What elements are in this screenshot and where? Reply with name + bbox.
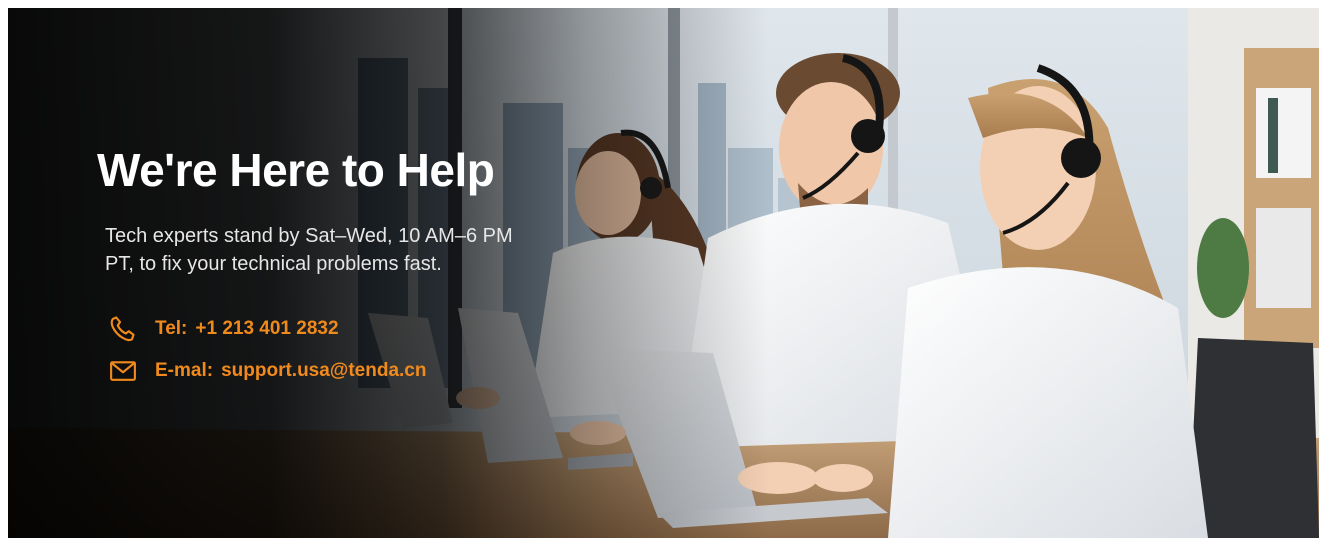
hero-headline: We're Here to Help	[97, 144, 495, 196]
hero-banner: We're Here to Help Tech experts stand by…	[8, 8, 1319, 538]
phone-number-link[interactable]: +1 213 401 2832	[195, 318, 338, 340]
phone-contact[interactable]: Tel: +1 213 401 2832	[108, 314, 339, 344]
email-address-link[interactable]: support.usa@tenda.cn	[221, 360, 426, 382]
subtext-line-1: Tech experts stand by Sat–Wed, 10 AM–6 P…	[105, 225, 513, 247]
hero-subtext: Tech experts stand by Sat–Wed, 10 AM–6 P…	[105, 222, 605, 278]
phone-label: Tel:	[155, 318, 188, 339]
mail-icon	[110, 361, 136, 381]
email-label: E-mal:	[155, 360, 214, 381]
phone-icon	[110, 316, 135, 342]
email-contact[interactable]: E-mal: support.usa@tenda.cn	[108, 356, 426, 386]
subtext-line-2: PT, to fix your technical problems fast.	[105, 253, 442, 275]
